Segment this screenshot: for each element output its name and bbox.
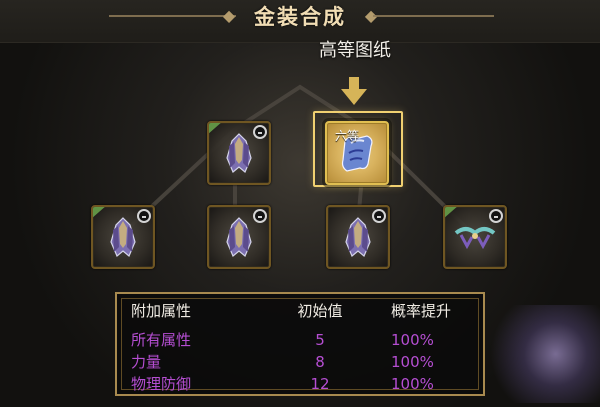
stat-probability: 100%	[391, 353, 434, 371]
stat-value: 5	[315, 331, 325, 349]
belt-icon	[454, 227, 496, 250]
equipment-slot-bottom-1[interactable]	[91, 205, 155, 269]
armor-icon	[226, 217, 252, 257]
equipment-slot-bottom-2[interactable]	[207, 205, 271, 269]
stats-row: 物理防御 12 100%	[131, 373, 471, 395]
equipment-slot-bottom-4[interactable]	[443, 205, 507, 269]
stat-probability: 100%	[391, 375, 434, 393]
stats-row: 力量 8 100%	[131, 351, 471, 373]
stat-name: 物理防御	[131, 375, 192, 393]
blueprint-slot[interactable]: 六等	[325, 121, 389, 185]
stats-header-row: 附加属性 初始值 概率提升	[131, 300, 471, 322]
stat-value: 8	[315, 353, 325, 371]
armor-icon	[345, 217, 371, 257]
blueprint-rank-badge: 六等	[335, 129, 360, 143]
stats-header-probability: 概率提升	[391, 302, 452, 320]
stat-name: 所有属性	[131, 331, 192, 349]
stat-value: 12	[310, 375, 330, 393]
stats-panel: 附加属性 初始值 概率提升 所有属性 5 100% 力量 8 100% 物理防御…	[115, 292, 485, 396]
armor-icon	[110, 217, 136, 257]
stats-header-attribute: 附加属性	[131, 302, 192, 320]
stats-row: 所有属性 5 100%	[131, 329, 471, 351]
armor-icon	[226, 133, 252, 173]
stat-probability: 100%	[391, 331, 434, 349]
equipment-slot-bottom-3[interactable]	[326, 205, 390, 269]
stat-name: 力量	[131, 353, 162, 371]
stats-header-initial-value: 初始值	[297, 302, 343, 320]
equipment-slot-top-left[interactable]	[207, 121, 271, 185]
